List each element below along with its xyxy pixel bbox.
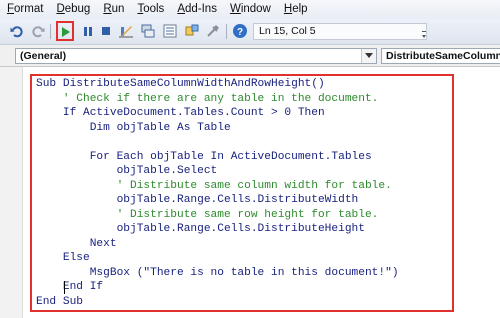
project-explorer-icon[interactable] bbox=[140, 23, 156, 39]
menu-run[interactable]: Run bbox=[96, 0, 130, 19]
menu-tools[interactable]: Tools bbox=[130, 0, 170, 19]
svg-text:?: ? bbox=[237, 27, 243, 38]
code-line: For Each objTable In ActiveDocument.Tabl… bbox=[36, 150, 372, 163]
code-comment-line: ' Distribute same row height for table. bbox=[36, 208, 379, 221]
code-line: End If bbox=[36, 281, 104, 293]
run-button-highlight bbox=[56, 21, 74, 41]
code-line: objTable.Select bbox=[36, 165, 218, 177]
help-icon[interactable]: ? bbox=[232, 23, 248, 39]
code-comment-line: ' Check if there are any table in the do… bbox=[36, 92, 379, 105]
undo-icon[interactable] bbox=[9, 23, 25, 39]
code-line: End Sub bbox=[36, 295, 83, 308]
cursor-position-status: Ln 15, Col 5 bbox=[253, 23, 427, 40]
procedure-dropdown[interactable]: DistributeSameColumnWidthAndRowHeight bbox=[381, 48, 500, 64]
toolbar-grip-icon[interactable] bbox=[420, 23, 428, 41]
margin-indicator-bar[interactable] bbox=[0, 67, 23, 318]
break-icon[interactable] bbox=[80, 23, 96, 39]
toolbar-separator bbox=[50, 24, 51, 39]
object-browser-icon[interactable] bbox=[184, 23, 200, 39]
menu-window[interactable]: Window bbox=[223, 0, 277, 19]
chevron-down-icon[interactable] bbox=[361, 49, 376, 63]
menu-add-ins[interactable]: Add-Ins bbox=[170, 0, 223, 19]
code-comment-line: ' Distribute same column width for table… bbox=[36, 179, 392, 192]
menu-help[interactable]: Help bbox=[277, 0, 314, 19]
code-line: Next bbox=[36, 237, 117, 250]
code-window-header: (General) DistributeSameColumnWidthAndRo… bbox=[0, 45, 500, 67]
procedure-dropdown-value: DistributeSameColumnWidthAndRowHeight bbox=[386, 50, 500, 62]
code-line: objTable.Range.Cells.DistributeHeight bbox=[36, 223, 365, 235]
code-line: MsgBox ("There is no table in this docum… bbox=[36, 266, 399, 279]
toolbox-icon[interactable] bbox=[205, 23, 221, 39]
menu-debug[interactable]: Debug bbox=[49, 0, 96, 19]
code-line: Else bbox=[36, 252, 90, 264]
text-caret bbox=[64, 281, 65, 294]
code-line: If ActiveDocument.Tables.Count > 0 Then bbox=[36, 107, 325, 119]
object-dropdown[interactable]: (General) bbox=[15, 48, 377, 64]
code-line: Sub DistributeSameColumnWidthAndRowHeigh… bbox=[36, 78, 325, 90]
reset-icon[interactable] bbox=[98, 23, 114, 39]
code-line: Dim objTable As Table bbox=[36, 121, 231, 134]
design-mode-icon[interactable] bbox=[118, 23, 134, 39]
menu-format[interactable]: Format bbox=[0, 0, 49, 19]
code-line: objTable.Range.Cells.DistributeWidth bbox=[36, 194, 359, 206]
properties-window-icon[interactable] bbox=[162, 23, 178, 39]
object-dropdown-value: (General) bbox=[20, 50, 67, 62]
toolbar-separator bbox=[226, 24, 227, 39]
menu-bar: Format Debug Run Tools Add-Ins Window He… bbox=[0, 0, 500, 19]
redo-icon[interactable] bbox=[30, 23, 46, 39]
